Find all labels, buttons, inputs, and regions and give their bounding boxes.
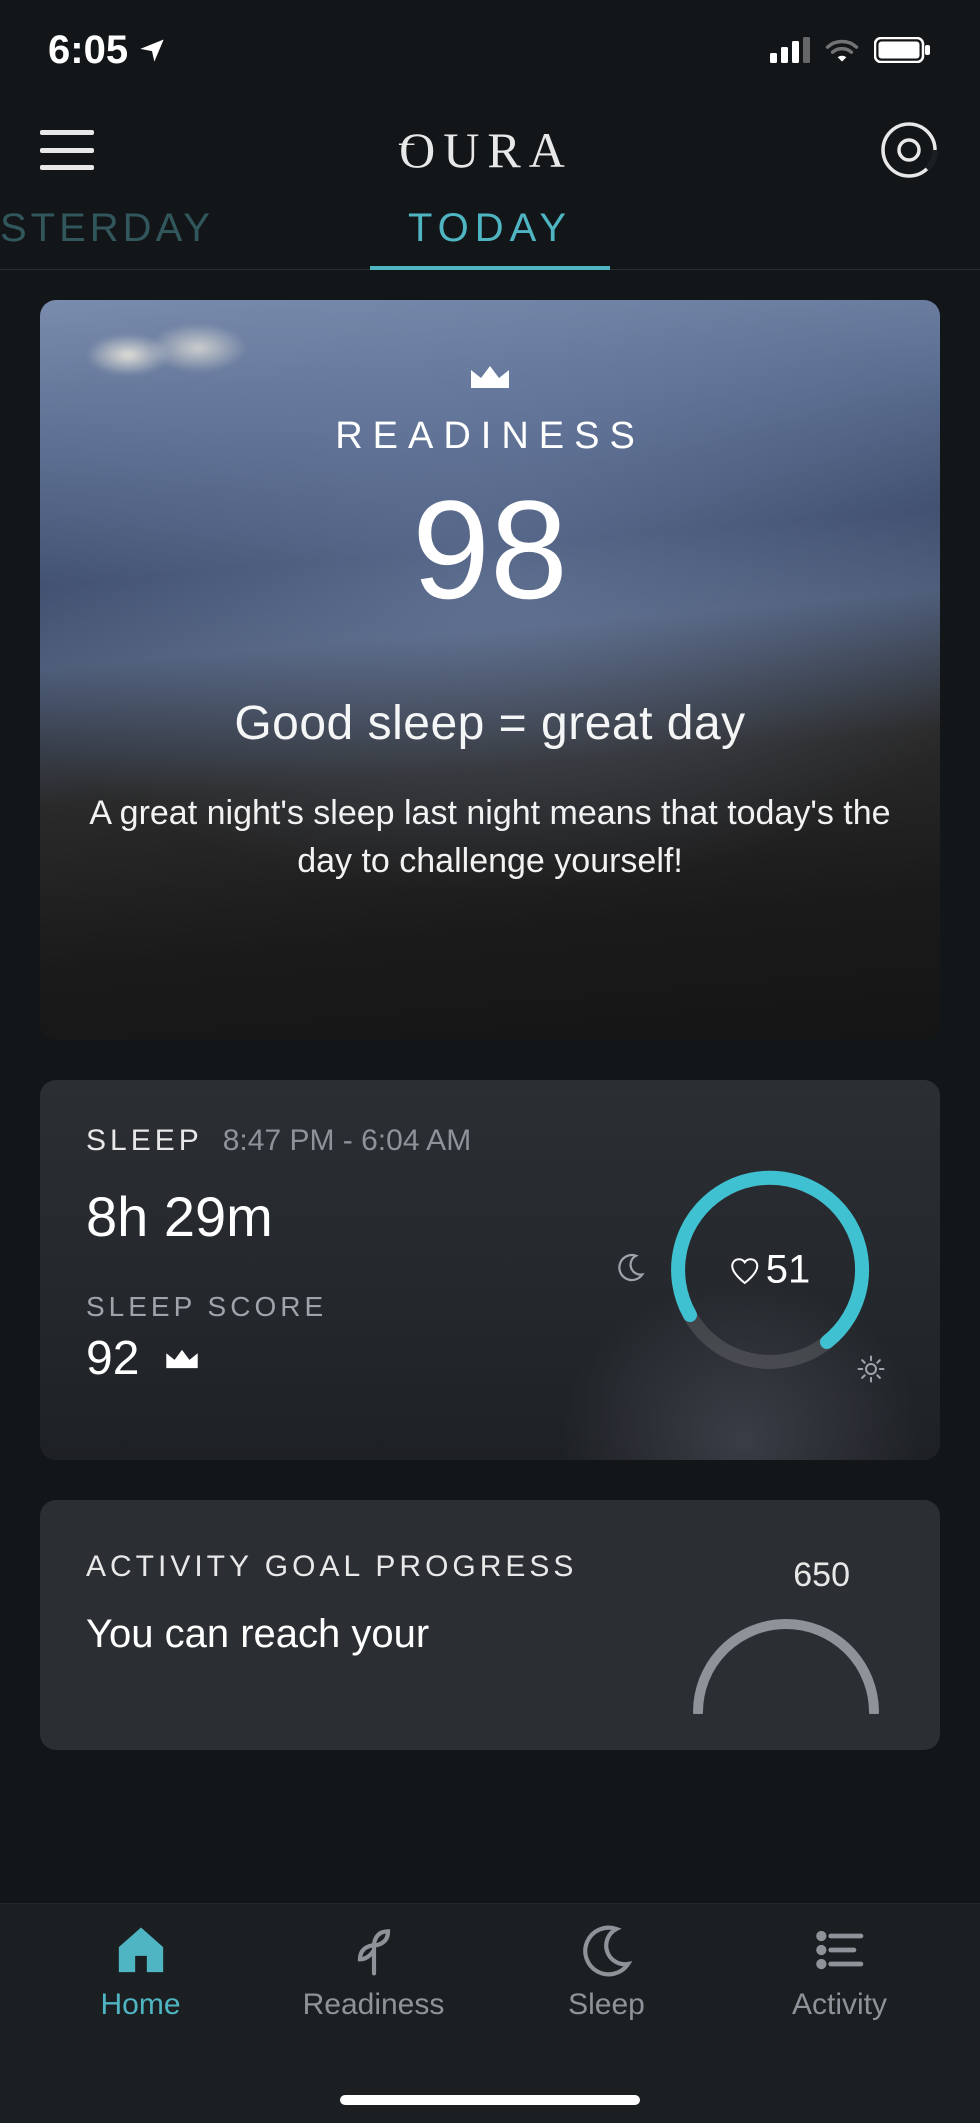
sun-icon (856, 1354, 886, 1384)
activity-title: ACTIVITY GOAL PROGRESS (86, 1550, 894, 1584)
nav-sleep[interactable]: Sleep (490, 1922, 723, 2123)
home-icon (113, 1922, 169, 1978)
home-content: READINESS 98 Good sleep = great day A gr… (0, 270, 980, 1750)
content-fade (0, 1843, 980, 1903)
resting-heart-rate: 51 (730, 1248, 811, 1293)
activity-arc (686, 1604, 886, 1714)
readiness-label: READINESS (40, 415, 940, 458)
ring-sync-icon[interactable] (878, 119, 940, 181)
readiness-subtext: A great night's sleep last night means t… (40, 789, 940, 886)
moon-icon (616, 1252, 646, 1282)
status-bar: 6:05 (0, 0, 980, 100)
sleep-card[interactable]: SLEEP 8:47 PM - 6:04 AM 8h 29m SLEEP SCO… (40, 1080, 940, 1460)
app-header: _OURA (0, 100, 980, 200)
home-indicator[interactable] (340, 2095, 640, 2105)
sleep-time-range: 8:47 PM - 6:04 AM (223, 1124, 471, 1158)
cellular-icon (770, 37, 810, 63)
sleep-label: SLEEP (86, 1124, 203, 1158)
tab-today[interactable]: TODAY (408, 206, 572, 251)
nav-label: Home (100, 1988, 180, 2022)
sleep-score: 92 (86, 1331, 139, 1386)
readiness-card[interactable]: READINESS 98 Good sleep = great day A gr… (40, 300, 940, 1040)
day-tabs: STERDAY TODAY (0, 200, 980, 270)
activity-list-icon (812, 1922, 868, 1978)
sleep-ring: 51 (660, 1160, 880, 1380)
brand-logo: _OURA (399, 121, 573, 179)
moon-icon (579, 1922, 635, 1978)
activity-goal-value: 650 (793, 1556, 850, 1595)
tab-yesterday[interactable]: STERDAY (0, 206, 214, 251)
crown-icon (163, 1346, 201, 1372)
readiness-score: 98 (40, 480, 940, 620)
menu-button[interactable] (40, 130, 94, 170)
battery-icon (874, 37, 932, 63)
nav-label: Sleep (568, 1988, 645, 2022)
brand-text: OURA (399, 122, 573, 178)
wifi-icon (824, 37, 860, 63)
status-time: 6:05 (48, 28, 166, 73)
bottom-nav: Home Readiness Sleep Activity (0, 1903, 980, 2123)
nav-activity[interactable]: Activity (723, 1922, 956, 2123)
activity-card[interactable]: ACTIVITY GOAL PROGRESS 650 You can reach… (40, 1500, 940, 1750)
resting-hr-value: 51 (766, 1248, 811, 1293)
tab-underline (370, 266, 610, 270)
nav-label: Readiness (303, 1988, 445, 2022)
crown-icon (467, 362, 513, 392)
heart-icon (730, 1256, 760, 1284)
cloud-decoration (68, 310, 268, 400)
location-icon (138, 36, 166, 64)
status-time-value: 6:05 (48, 28, 128, 73)
readiness-headline: Good sleep = great day (40, 696, 940, 751)
nav-readiness[interactable]: Readiness (257, 1922, 490, 2123)
status-icons (770, 37, 932, 63)
nav-label: Activity (792, 1988, 887, 2022)
nav-home[interactable]: Home (24, 1922, 257, 2123)
sprout-icon (346, 1922, 402, 1978)
